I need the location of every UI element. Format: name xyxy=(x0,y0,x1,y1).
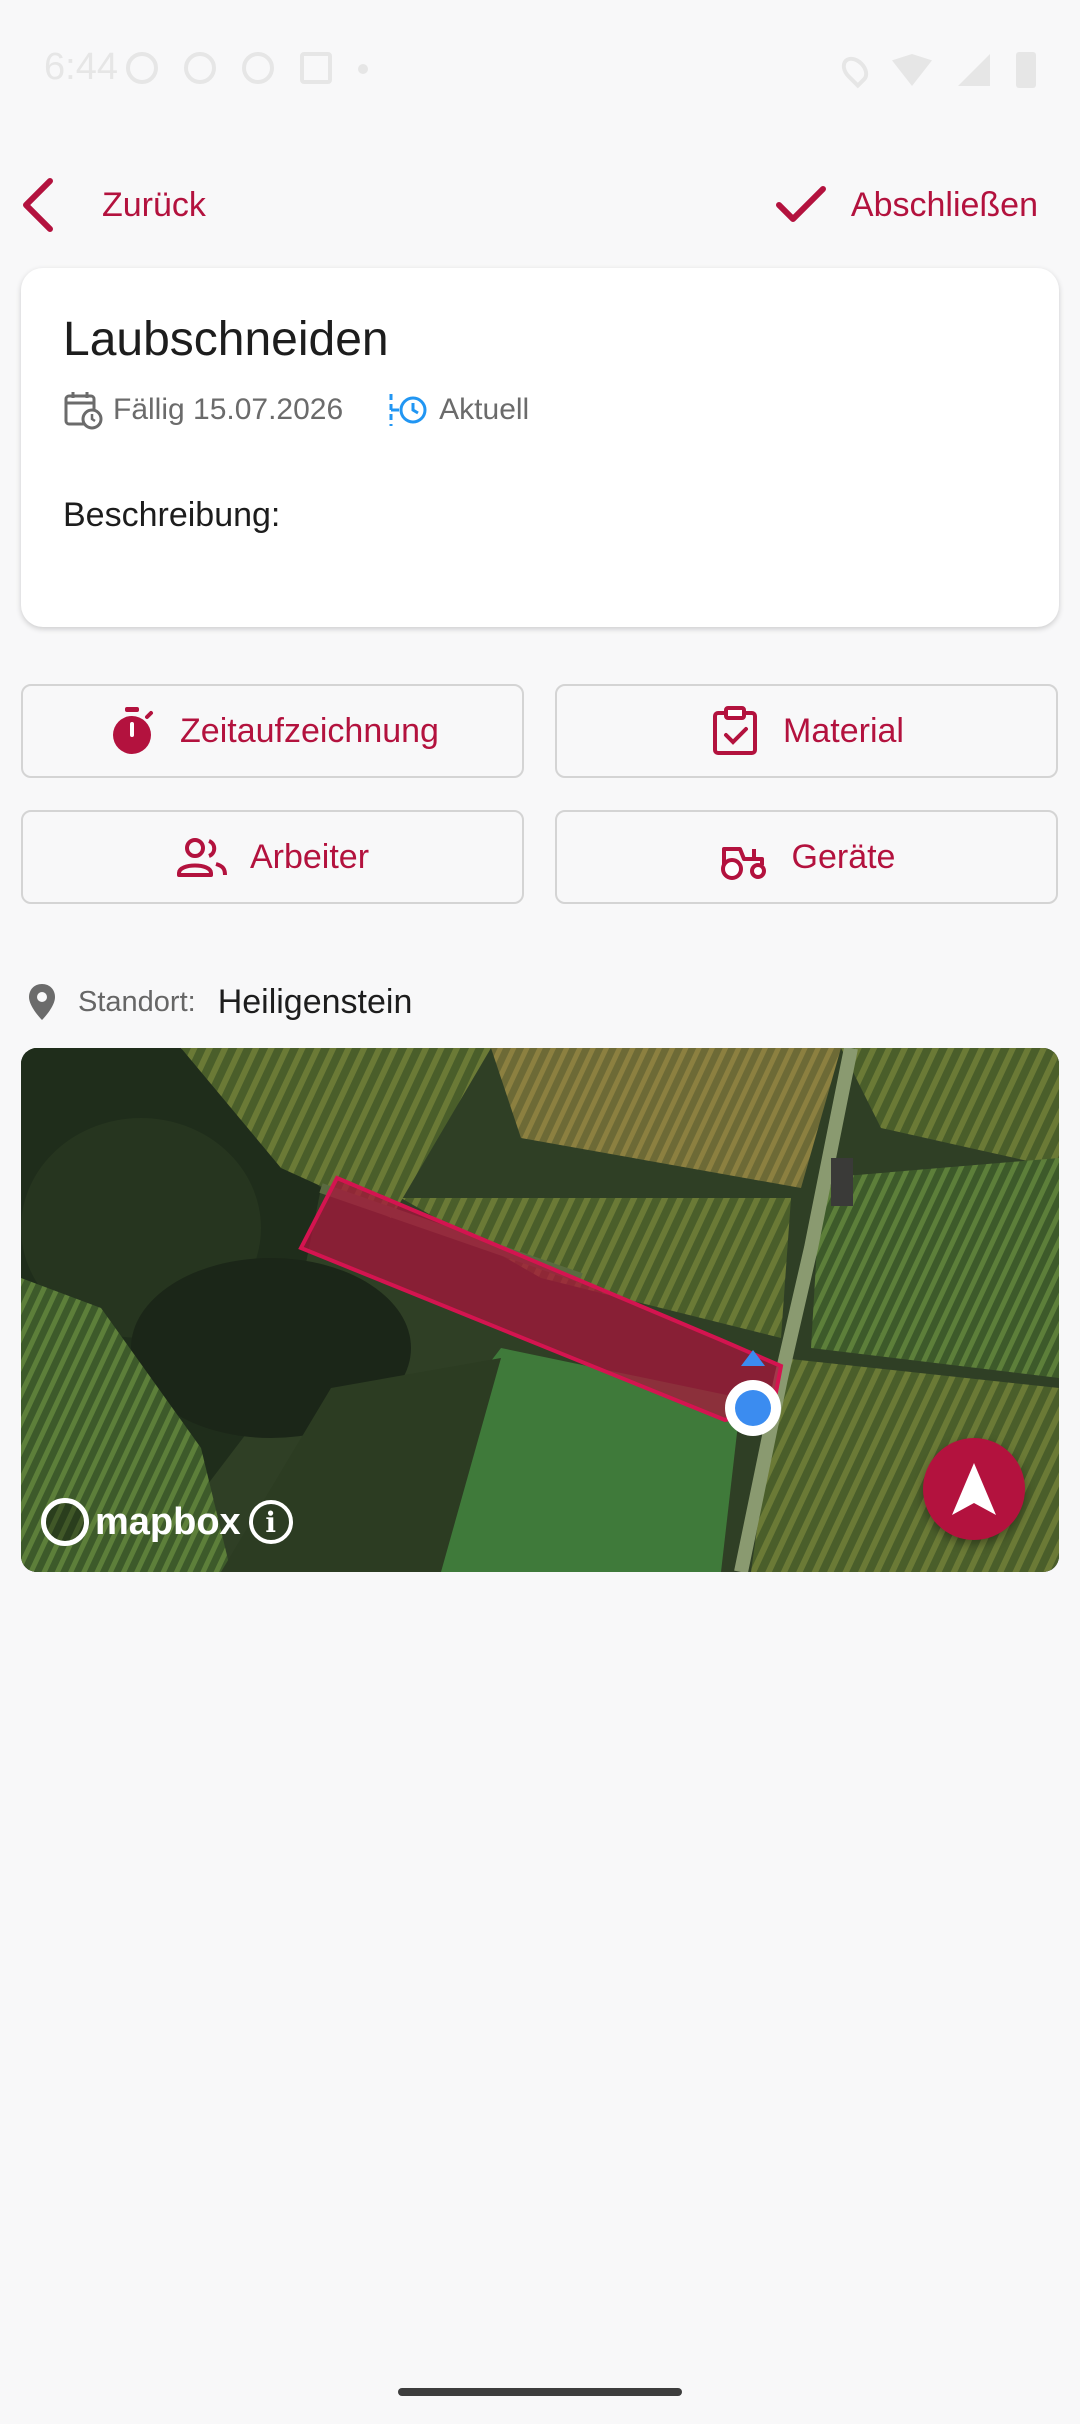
calendar-clock-icon xyxy=(64,392,103,430)
wifi-icon xyxy=(892,54,932,86)
info-icon xyxy=(126,52,158,84)
navigate-button[interactable] xyxy=(923,1438,1025,1540)
workers-button[interactable]: Arbeiter xyxy=(21,810,524,904)
equipment-label: Geräte xyxy=(791,837,896,876)
image-icon xyxy=(300,52,332,84)
chevron-left-icon xyxy=(23,178,53,232)
task-status: Aktuell xyxy=(439,393,530,426)
status-time: 6:44 xyxy=(44,46,118,88)
battery-icon xyxy=(1016,52,1036,88)
status-bar: 6:44 xyxy=(0,0,1080,140)
stopwatch-icon xyxy=(113,707,154,754)
back-button[interactable]: Zurück xyxy=(18,170,206,240)
location-row: Standort: Heiligenstein xyxy=(26,982,412,1022)
dot-icon xyxy=(358,64,368,74)
tractor-icon xyxy=(720,847,766,880)
mapbox-wordmark: mapbox xyxy=(95,1500,241,1543)
status-system-icons xyxy=(836,51,1036,89)
description-label: Beschreibung: xyxy=(63,496,281,534)
home-indicator[interactable] xyxy=(398,2388,682,2396)
map-view[interactable]: mapbox i xyxy=(21,1048,1059,1572)
map-pin-icon xyxy=(29,984,55,1020)
task-title: Laubschneiden xyxy=(63,313,389,366)
time-tracking-label: Zeitaufzeichnung xyxy=(180,711,439,750)
info-icon[interactable]: i xyxy=(248,1500,293,1544)
clipboard-check-icon xyxy=(713,706,758,755)
mapbox-attribution[interactable]: mapbox i xyxy=(41,1498,293,1546)
location-off-icon xyxy=(242,52,274,84)
settings-icon xyxy=(184,52,216,84)
location-icon xyxy=(836,51,874,89)
task-meta: Fällig 15.07.2026 Aktuell xyxy=(63,390,529,430)
people-icon xyxy=(176,838,227,877)
material-button[interactable]: Material xyxy=(555,684,1058,778)
task-card: Laubschneiden Fällig 15.07.2026 Aktuell … xyxy=(21,268,1059,627)
signal-icon xyxy=(958,54,990,86)
workers-label: Arbeiter xyxy=(249,837,370,876)
time-tracking-button[interactable]: Zeitaufzeichnung xyxy=(21,684,524,778)
equipment-button[interactable]: Geräte xyxy=(555,810,1058,904)
status-notification-icons xyxy=(126,52,368,84)
navigation-arrow-icon xyxy=(952,1463,996,1515)
top-bar: Zurück Abschließen xyxy=(0,160,1080,250)
check-icon xyxy=(775,186,826,222)
mapbox-logo-icon xyxy=(41,1498,89,1546)
back-label: Zurück xyxy=(102,185,206,224)
location-value: Heiligenstein xyxy=(217,982,413,1021)
finish-button[interactable]: Abschließen xyxy=(775,170,1038,240)
location-label: Standort: xyxy=(78,985,196,1018)
timeline-clock-icon xyxy=(389,394,427,426)
satellite-imagery xyxy=(21,1048,1059,1572)
due-date: Fällig 15.07.2026 xyxy=(113,393,344,426)
finish-label: Abschließen xyxy=(850,185,1038,224)
material-label: Material xyxy=(783,711,904,750)
